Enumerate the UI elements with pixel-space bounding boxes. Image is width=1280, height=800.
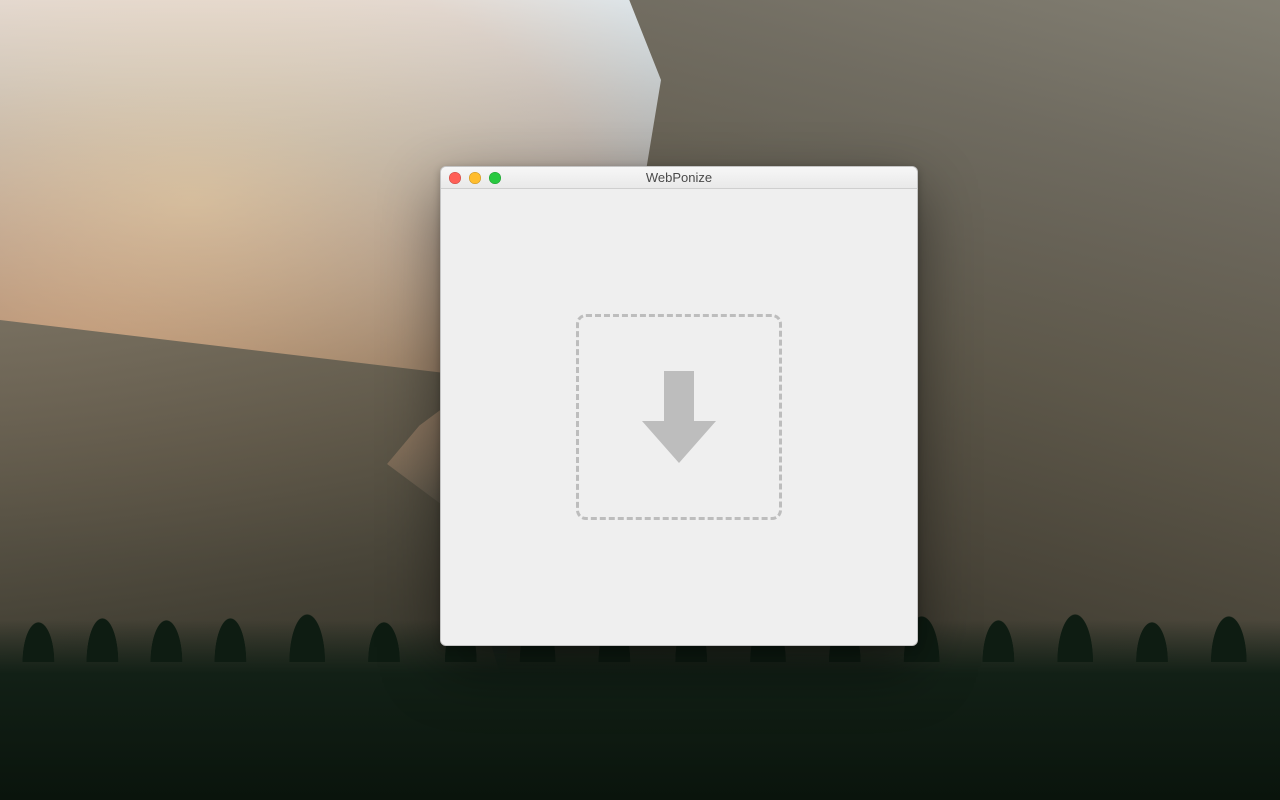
window-titlebar[interactable]: WebPonize [441,167,917,189]
window-zoom-button[interactable] [489,172,501,184]
window-content [441,189,917,645]
arrow-down-icon [640,369,718,465]
file-dropzone[interactable] [576,314,782,520]
window-close-button[interactable] [449,172,461,184]
window-title: WebPonize [441,167,917,189]
window-minimize-button[interactable] [469,172,481,184]
window-traffic-lights [441,167,501,188]
wallpaper-trees [0,620,1280,800]
app-window[interactable]: WebPonize [440,166,918,646]
desktop-wallpaper: WebPonize [0,0,1280,800]
